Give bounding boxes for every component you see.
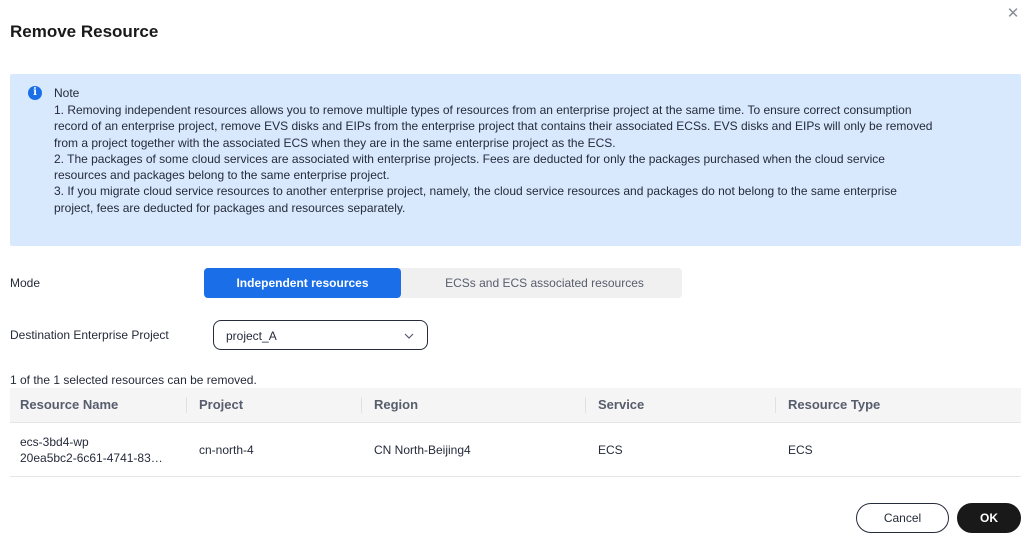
resource-name: ecs-3bd4-wp (20, 434, 89, 449)
table-row: ecs-3bd4-wp 20ea5bc2-6c61-4741-83… cn-no… (10, 423, 1021, 477)
chevron-down-icon (404, 333, 414, 339)
remove-resource-dialog: ✕ Remove Resource i Note 1. Removing ind… (0, 0, 1031, 533)
close-icon[interactable]: ✕ (1005, 6, 1021, 22)
note-line: 2. The packages of some cloud services a… (54, 151, 885, 166)
column-divider (775, 397, 776, 413)
note-line: from a project together with the associa… (54, 135, 616, 150)
cell-resource-type: ECS (788, 442, 813, 457)
table-header: Resource Name Project Region Service Res… (10, 388, 1021, 423)
cell-region: CN North-Beijing4 (374, 442, 471, 457)
column-divider (361, 397, 362, 413)
note-body: 1. Removing independent resources allows… (54, 102, 1004, 216)
resource-table: Resource Name Project Region Service Res… (10, 388, 1021, 477)
note-panel: i Note 1. Removing independent resources… (10, 74, 1021, 246)
ok-button[interactable]: OK (957, 503, 1021, 533)
note-line: record of an enterprise project, remove … (54, 119, 933, 134)
mode-option-independent-resources[interactable]: Independent resources (204, 268, 401, 298)
note-line: 3. If you migrate cloud service resource… (54, 184, 897, 199)
column-divider (585, 397, 586, 413)
column-divider (186, 397, 187, 413)
removal-summary: 1 of the 1 selected resources can be rem… (10, 373, 257, 387)
note-line: project, fees are deducted for packages … (54, 200, 406, 215)
mode-segmented-control: Independent resources ECSs and ECS assoc… (204, 268, 682, 298)
destination-project-label: Destination Enterprise Project (10, 328, 169, 342)
column-header-service: Service (598, 397, 645, 412)
destination-project-select[interactable]: project_A (213, 320, 428, 350)
destination-project-value: project_A (226, 329, 277, 343)
note-line: 1. Removing independent resources allows… (54, 103, 912, 117)
cancel-button[interactable]: Cancel (856, 503, 949, 533)
column-header-project: Project (199, 397, 244, 412)
cell-service: ECS (598, 442, 623, 457)
cell-project: cn-north-4 (199, 442, 254, 457)
mode-label: Mode (10, 276, 41, 290)
column-header-resource-type: Resource Type (788, 397, 881, 412)
mode-option-ecs-associated-resources[interactable]: ECSs and ECS associated resources (407, 268, 682, 298)
resource-id: 20ea5bc2-6c61-4741-83… (20, 450, 163, 465)
column-header-resource-name: Resource Name (20, 397, 119, 412)
note-title: Note (54, 86, 80, 100)
info-icon: i (28, 86, 42, 100)
dialog-title: Remove Resource (10, 22, 159, 41)
column-header-region: Region (374, 397, 419, 412)
note-line: resources and packages belong to the sam… (54, 168, 390, 183)
cell-resource-name: ecs-3bd4-wp 20ea5bc2-6c61-4741-83… (20, 423, 163, 476)
